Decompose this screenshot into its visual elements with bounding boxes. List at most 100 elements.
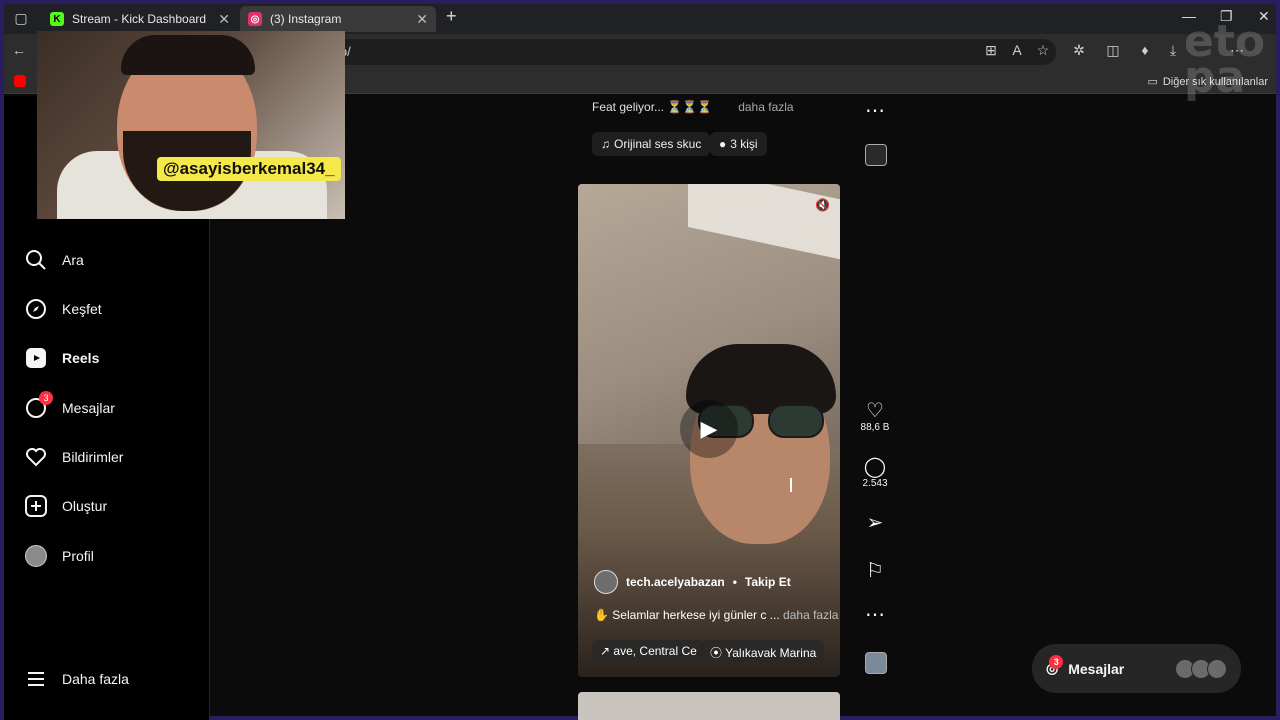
notification-badge: 3 xyxy=(1049,655,1064,669)
music-note-icon: ♫ xyxy=(601,137,610,151)
split-screen-icon[interactable]: ◫ xyxy=(1104,42,1122,59)
read-aloud-icon[interactable]: A xyxy=(1008,42,1026,58)
more-options-icon: ⋯ xyxy=(865,604,885,626)
conversation-avatars xyxy=(1175,658,1227,679)
arrow-icon: ↗ xyxy=(600,644,611,658)
menu-icon xyxy=(24,667,48,691)
search-icon xyxy=(24,248,48,272)
more-link[interactable]: daha fazla xyxy=(783,608,838,622)
tab-actions-icon[interactable]: ▢ xyxy=(12,10,30,27)
reel-author[interactable]: tech.acelyabazan • Takip Et xyxy=(594,570,791,594)
messenger-icon: 3 xyxy=(24,391,53,420)
heart-icon: ♡ xyxy=(866,400,884,422)
sidebar-item-label: Daha fazla xyxy=(62,671,129,687)
location-label: Yalıkavak Marina xyxy=(725,646,817,660)
tab-instagram[interactable]: ◎ (3) Instagram ✕ xyxy=(240,6,436,32)
sidebar-item-explore[interactable]: Keşfet xyxy=(24,297,102,321)
tab-kick-dashboard[interactable]: K Stream - Kick Dashboard ✕ xyxy=(42,6,238,32)
audio-label: ave, Central Ce xyxy=(613,644,697,658)
wave-icon: ✋ xyxy=(594,608,609,622)
prev-more-options[interactable]: ⋯ xyxy=(856,100,894,122)
tab-title: Stream - Kick Dashboard xyxy=(72,12,207,26)
like-count: 88,6 B xyxy=(860,422,890,433)
new-tab-button[interactable]: + xyxy=(446,6,457,27)
browser-tab-bar: ▢ K Stream - Kick Dashboard ✕ ◎ (3) Inst… xyxy=(4,4,1276,34)
reel-caption: ✋ Selamlar herkese iyi günler c ... daha… xyxy=(594,608,838,622)
comment-icon: ◯ xyxy=(863,456,887,478)
download-icon[interactable]: ⤓ xyxy=(1164,42,1182,59)
stream-logo-watermark: eto pa xyxy=(1184,16,1266,103)
save-action[interactable]: ⚐ xyxy=(856,560,894,582)
separator-dot: • xyxy=(732,575,737,589)
favorite-star-icon[interactable]: ☆ xyxy=(1034,42,1052,59)
url-field[interactable]: jt8Op/ xyxy=(304,39,1056,65)
tagged-people-pill[interactable]: ● 3 kişi xyxy=(710,132,767,156)
sidebar-item-label: Oluştur xyxy=(62,498,108,514)
comment-count: 2.543 xyxy=(862,478,888,489)
bookmark-icon: ⚐ xyxy=(866,560,884,582)
audio-pill[interactable]: ♫ Orijinal ses skuc xyxy=(592,132,711,156)
caption-text: Selamlar herkese iyi günler c ... xyxy=(612,608,780,622)
reel-video[interactable]: ▶ 🔇 tech.acelyabazan • Takip Et ✋ Selaml… xyxy=(578,184,840,677)
heart-icon xyxy=(24,445,48,469)
prev-audio-thumbnail[interactable] xyxy=(865,144,887,166)
sidebar-item-more[interactable]: Daha fazla xyxy=(24,667,129,691)
sidebar-item-messages[interactable]: 3 Mesajlar xyxy=(24,391,115,420)
reels-icon xyxy=(24,346,48,370)
instagram-icon: ◎ xyxy=(248,12,262,26)
location-pill[interactable]: ⦿ Yalıkavak Marina xyxy=(702,640,825,662)
sidebar-item-label: Ara xyxy=(62,252,84,268)
sidebar-item-label: Mesajlar xyxy=(62,400,115,416)
audio-label: Orijinal ses skuc xyxy=(614,137,702,151)
play-button[interactable]: ▶ xyxy=(680,400,738,458)
explore-icon xyxy=(24,297,48,321)
sidebar-item-label: Profil xyxy=(62,548,94,564)
close-icon[interactable]: ✕ xyxy=(416,11,428,28)
like-action[interactable]: ♡ 88,6 B xyxy=(856,400,894,433)
sidebar-item-label: Reels xyxy=(62,350,100,366)
share-action[interactable]: ➢ xyxy=(856,512,894,534)
previous-reel-caption: Feat geliyor... ⏳⏳⏳ daha fazla xyxy=(592,100,794,114)
screen-frame: ▢ K Stream - Kick Dashboard ✕ ◎ (3) Inst… xyxy=(0,0,1280,720)
back-icon[interactable]: ← xyxy=(10,42,28,58)
caption-text: Feat geliyor... ⏳⏳⏳ xyxy=(592,100,713,114)
audio-pill[interactable]: ↗ ave, Central Ce xyxy=(592,640,705,662)
dock-label: Mesajlar xyxy=(1068,660,1125,677)
sidebar-item-create[interactable]: Oluştur xyxy=(24,494,107,518)
close-icon[interactable]: ✕ xyxy=(218,11,230,28)
sidebar-item-notifications[interactable]: Bildirimler xyxy=(24,445,123,469)
author-username[interactable]: tech.acelyabazan xyxy=(626,575,725,589)
collections-icon[interactable]: ♦ xyxy=(1136,42,1154,58)
youtube-bookmark-icon[interactable] xyxy=(14,75,26,87)
sidebar-item-label: Keşfet xyxy=(62,301,102,317)
next-reel-preview[interactable] xyxy=(578,692,840,720)
person-icon: ● xyxy=(719,137,727,151)
extensions-icon[interactable]: ✲ xyxy=(1070,42,1088,59)
mouse-cursor xyxy=(790,478,798,492)
messenger-icon: ◎3 xyxy=(1046,655,1064,677)
audio-muted-icon[interactable]: 🔇 xyxy=(815,198,830,212)
people-label: 3 kişi xyxy=(730,137,758,151)
streamer-handle: @asayisberkemal34_ xyxy=(157,157,341,181)
avatar xyxy=(594,570,618,594)
avatar xyxy=(24,544,48,568)
audio-thumbnail[interactable] xyxy=(865,652,887,674)
reel-more-options[interactable]: ⋯ xyxy=(856,604,894,626)
sidebar-item-label: Bildirimler xyxy=(62,449,124,465)
tab-title: (3) Instagram xyxy=(270,12,342,26)
send-icon: ➢ xyxy=(866,512,884,534)
apps-icon[interactable]: ⊞ xyxy=(982,42,1000,59)
sidebar-item-search[interactable]: Ara xyxy=(24,248,84,272)
location-pin-icon: ⦿ xyxy=(710,646,723,660)
more-link[interactable]: daha fazla xyxy=(738,100,793,114)
plus-icon xyxy=(24,494,48,518)
comment-action[interactable]: ◯ 2.543 xyxy=(856,456,894,489)
folder-icon: ▭ xyxy=(1147,76,1158,88)
sidebar-item-reels[interactable]: Reels xyxy=(24,346,99,370)
follow-button[interactable]: Takip Et xyxy=(745,575,791,589)
messages-dock[interactable]: ◎3 Mesajlar xyxy=(1032,644,1241,693)
kick-icon: K xyxy=(50,12,64,26)
sidebar-item-profile[interactable]: Profil xyxy=(24,544,94,568)
webcam-overlay: @asayisberkemal34_ xyxy=(37,31,345,219)
notification-badge: 3 xyxy=(39,391,53,405)
